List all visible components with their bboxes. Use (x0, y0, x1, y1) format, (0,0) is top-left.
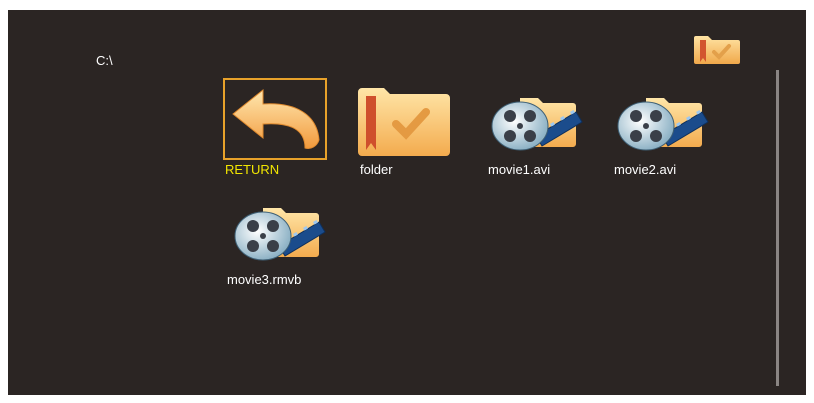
file-item-folder[interactable]: folder (352, 78, 456, 188)
file-item-return[interactable]: RETURN (223, 78, 327, 188)
thumb (223, 188, 327, 270)
file-browser-screen: C:\ RETURN folder movie1.avi movie2.avi … (8, 10, 806, 395)
folder-icon (358, 88, 450, 156)
thumb (480, 78, 584, 160)
thumb (606, 78, 710, 160)
file-item-label: movie1.avi (488, 162, 551, 177)
file-item-label: RETURN (225, 162, 280, 177)
selection-frame (223, 78, 327, 160)
movie-file-icon (491, 98, 583, 151)
folder-bookmark-icon[interactable] (690, 32, 742, 66)
file-item-label: movie3.rmvb (227, 272, 302, 287)
thumb (352, 78, 456, 160)
scrollbar[interactable] (776, 70, 779, 386)
file-item-label: folder (360, 162, 393, 177)
movie-file-icon (617, 98, 709, 151)
file-item-movie1[interactable]: movie1.avi (480, 78, 584, 188)
movie-file-icon (234, 208, 326, 261)
file-item-label: movie2.avi (614, 162, 677, 177)
return-arrow-icon (232, 88, 320, 149)
current-path: C:\ (96, 53, 113, 68)
file-item-movie3[interactable]: movie3.rmvb (223, 188, 327, 298)
file-item-movie2[interactable]: movie2.avi (606, 78, 710, 188)
